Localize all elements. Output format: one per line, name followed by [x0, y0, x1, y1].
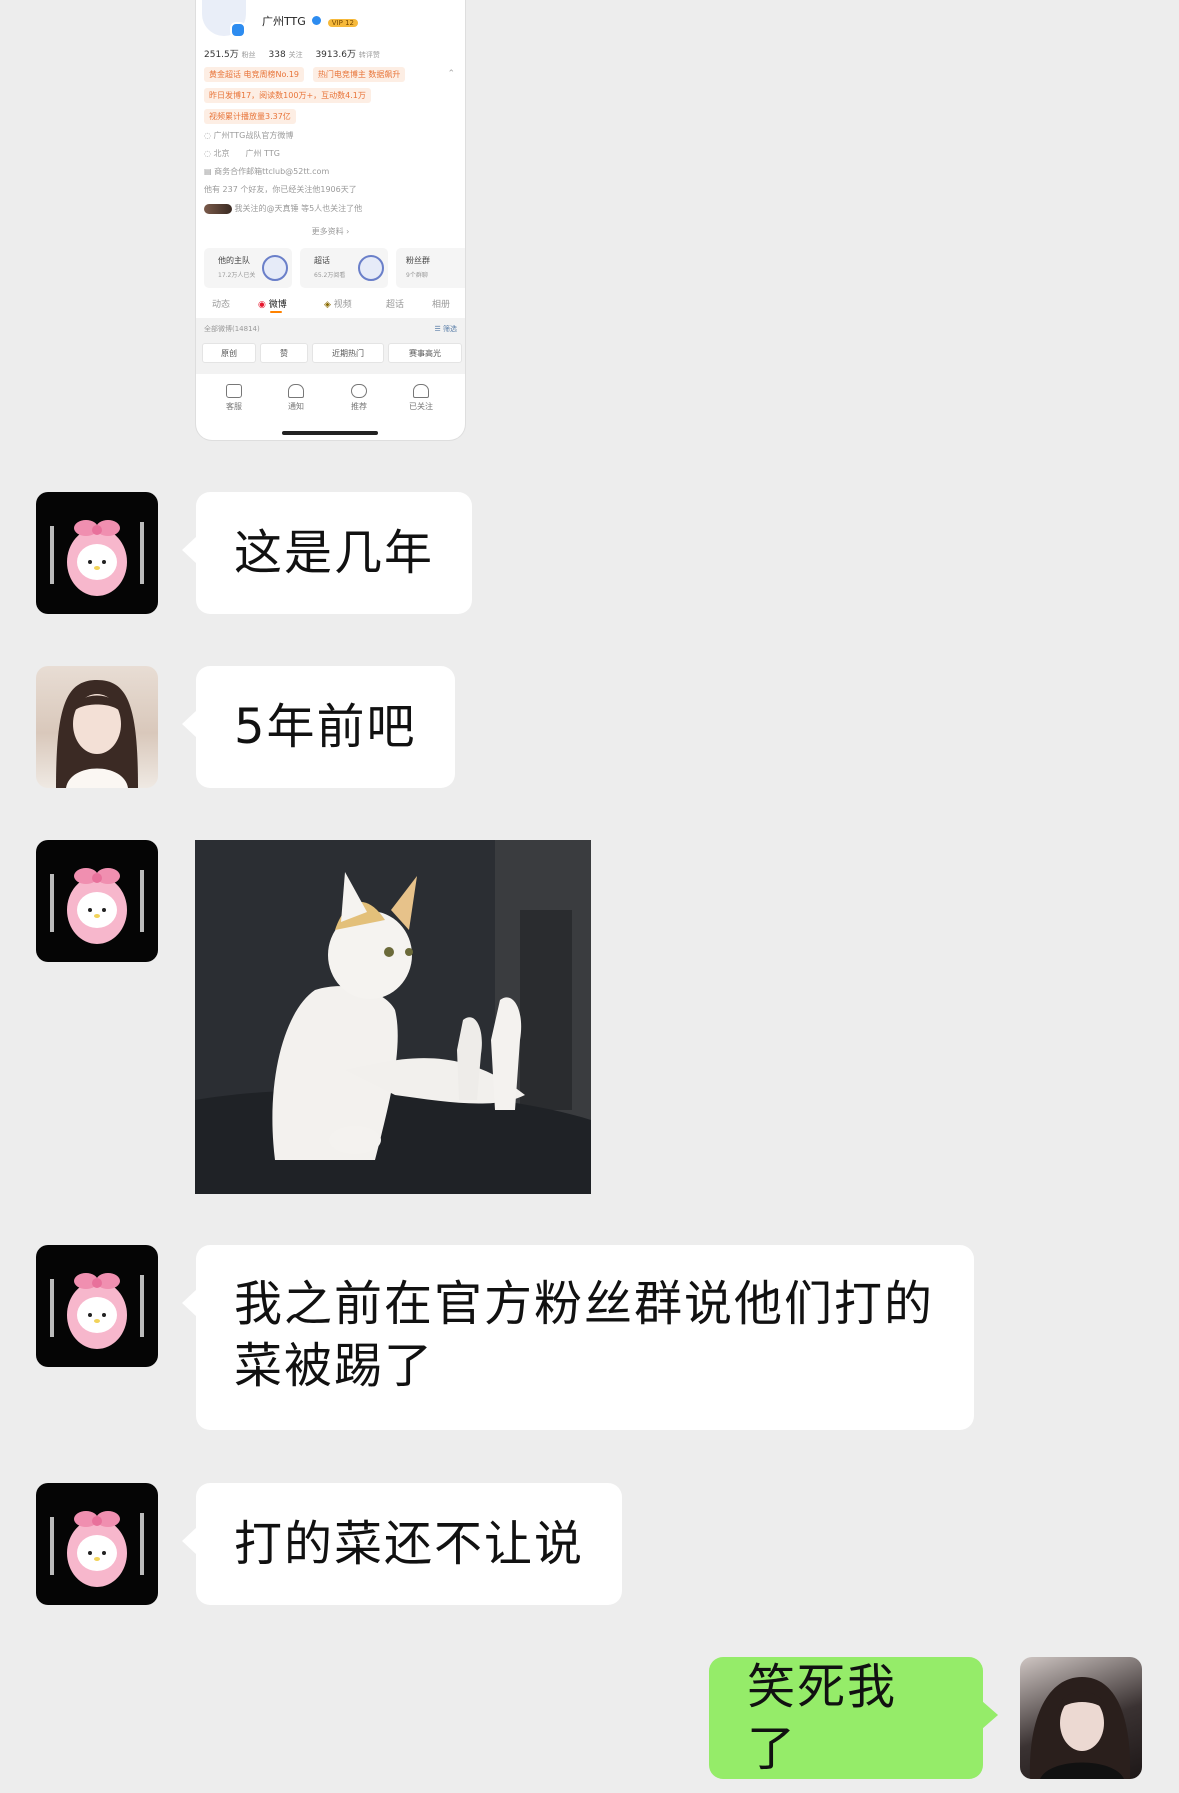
shared-screenshot-image[interactable]: 广州TTG VIP 12 251.5万 粉丝 338 关注 3913.6万 转评… [196, 0, 465, 440]
tab-supertopic[interactable]: 超话 [386, 297, 404, 310]
message-text: 5年前吧 [234, 699, 417, 755]
avatar[interactable] [36, 666, 158, 788]
verified-icon [312, 16, 322, 25]
info-icon: ◌ [204, 131, 214, 140]
tab-dynamic[interactable]: 动态 [212, 297, 230, 310]
profile-stats: 251.5万 粉丝 338 关注 3913.6万 转评赞 [204, 50, 380, 60]
profile-info-line: 商务合作邮箱ttclub@52tt.com [214, 167, 330, 176]
filter-liked[interactable]: 赞 [260, 343, 308, 363]
home-indicator [282, 431, 378, 435]
chat-bubble[interactable]: 我之前在官方粉丝群说他们打的菜被踢了 [182, 1245, 974, 1430]
nav-notify[interactable]: 通知 [276, 384, 316, 412]
person-icon [413, 384, 429, 398]
profile-tag: 视频累计播放量3.37亿 [204, 109, 296, 124]
account-name: 广州TTG [262, 15, 306, 28]
my-avatar[interactable] [1020, 1657, 1142, 1779]
supertopic-tile[interactable]: 超话 65.2万阅看 [300, 248, 388, 288]
message-text: 我之前在官方粉丝群说他们打的菜被踢了 [234, 1276, 935, 1394]
mutual-line: 我关注的@天真锤 等5人也关注了他 [234, 204, 363, 213]
bell-icon [288, 384, 304, 398]
weibo-icon: ◉ [258, 300, 269, 310]
chat-bubble-outgoing[interactable]: 笑死我了 [709, 1657, 998, 1779]
girl-avatar-icon [1029, 1677, 1131, 1779]
nav-recommend[interactable]: 推荐 [339, 384, 379, 412]
team-logo [358, 255, 384, 281]
melody-avatar-icon [50, 520, 144, 596]
tab-video[interactable]: ◈ 视频 [324, 297, 352, 310]
compass-icon [351, 384, 367, 398]
profile-tag: 热门电竞博主 数据飙升 [312, 67, 406, 82]
location-icon: ◌ [204, 149, 214, 158]
chat-icon [226, 384, 242, 398]
filter-recent-hot[interactable]: 近期热门 [312, 343, 384, 363]
profile-info-line: 北京 广州 TTG [213, 149, 280, 158]
fan-group-tile[interactable]: 粉丝群 9个群聊 [396, 248, 465, 288]
chevron-up-icon[interactable]: ⌃ [447, 69, 455, 79]
chat-bubble[interactable]: 这是几年 [181, 492, 473, 614]
profile-info-line: 广州TTG战队官方微博 [213, 131, 294, 140]
melody-avatar-icon [50, 868, 144, 944]
melody-avatar-icon [50, 1273, 144, 1349]
mail-icon: ▤ [204, 167, 215, 176]
tab-album[interactable]: 相册 [432, 297, 450, 310]
girl-avatar-icon [56, 680, 138, 788]
filter-highlights[interactable]: 赛事高光 [388, 343, 462, 363]
team-logo [262, 255, 288, 281]
melody-avatar-icon [50, 1511, 144, 1587]
cat-sitting-image [195, 840, 591, 1194]
message-text: 笑死我了 [747, 1659, 898, 1777]
profile-avatar [202, 0, 246, 38]
avatar[interactable] [36, 492, 158, 614]
team-tile[interactable]: 他的主队 17.2万人已关 [204, 248, 292, 288]
profile-tag: 昨日发博17，阅读数100万+，互动数4.1万 [204, 88, 371, 103]
vip-badge: VIP 12 [327, 19, 358, 27]
friends-line: 他有 237 个好友，你已经关注他1906天了 [204, 185, 357, 194]
message-text: 打的菜还不让说 [234, 1516, 585, 1572]
cat-sticker-image[interactable] [195, 840, 591, 1194]
filter-button[interactable]: ☰ 筛选 [434, 324, 457, 334]
chat-bubble[interactable]: 打的菜还不让说 [181, 1483, 623, 1605]
video-icon: ◈ [324, 300, 334, 310]
more-info-link[interactable]: 更多资料 › [196, 226, 465, 237]
chat-bubble[interactable]: 5年前吧 [182, 666, 455, 788]
filter-original[interactable]: 原创 [202, 343, 256, 363]
avatar[interactable] [36, 1483, 158, 1605]
tab-weibo[interactable]: ◉ 微博 [258, 297, 287, 313]
mutual-avatars [204, 203, 232, 214]
feed-header: 全部微博(14814) [204, 325, 260, 333]
avatar[interactable] [36, 840, 158, 962]
nav-following[interactable]: 已关注 [401, 384, 441, 412]
nav-service[interactable]: 客服 [214, 384, 254, 412]
tab-indicator [270, 311, 282, 313]
profile-tag: 黄金超话 电竞周榜No.19 [204, 67, 305, 82]
message-text: 这是几年 [234, 525, 435, 581]
avatar[interactable] [36, 1245, 158, 1367]
